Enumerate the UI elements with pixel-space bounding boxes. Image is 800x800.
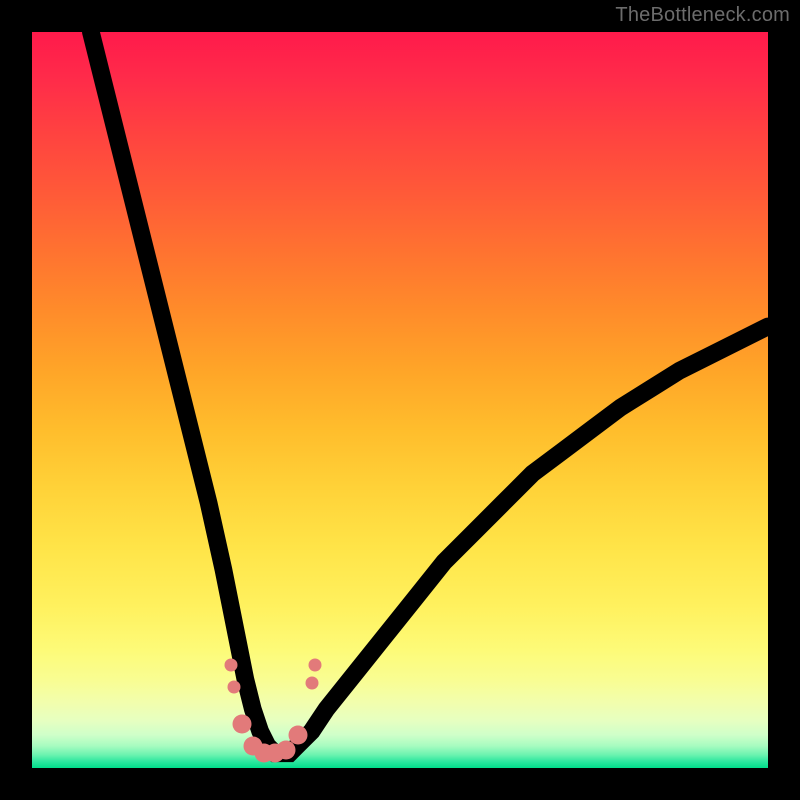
marker-layer	[32, 32, 768, 768]
marker-dot	[228, 681, 241, 694]
plot-area	[32, 32, 768, 768]
marker-dot	[289, 725, 308, 744]
watermark-text: TheBottleneck.com	[615, 4, 790, 27]
marker-dot	[305, 677, 318, 690]
chart-root: TheBottleneck.com	[0, 0, 800, 800]
marker-dot	[309, 658, 322, 671]
marker-dot	[224, 658, 237, 671]
marker-dot	[232, 714, 251, 733]
